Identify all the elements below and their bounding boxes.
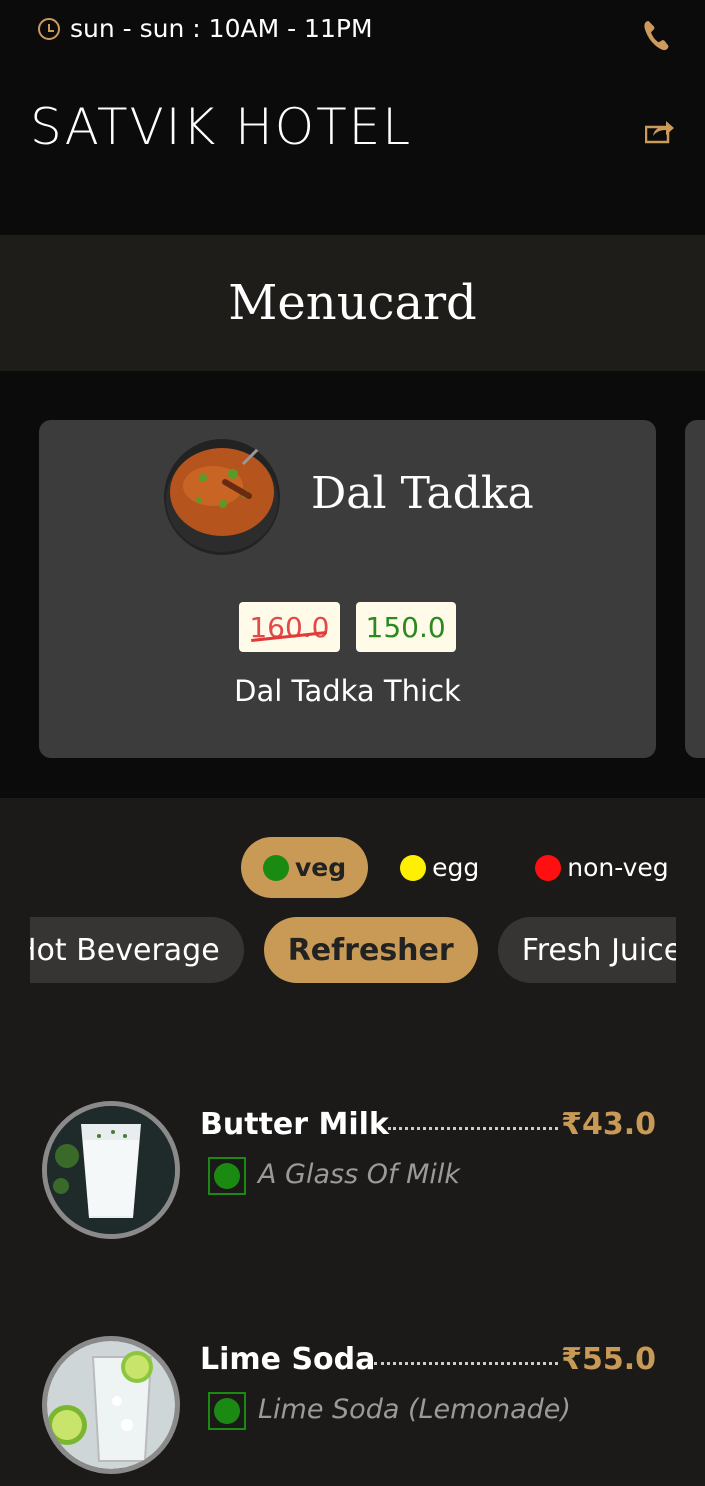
category-track: Hot Beverage Refresher Fresh Juices	[30, 917, 676, 983]
opening-hours: sun - sun : 10AM - 11PM	[38, 14, 373, 43]
dotted-leader	[388, 1127, 558, 1130]
old-price: 160.0	[249, 610, 330, 644]
new-price: 150.0	[365, 610, 446, 644]
egg-dot-icon	[400, 854, 427, 881]
veg-icon	[208, 1392, 246, 1430]
featured-carousel[interactable]: Dal Tadka 160.0 150.0 Dal Tadka Thick	[0, 371, 705, 798]
menu-item[interactable]: Butter Milk ₹43.0 A Glass Of Milk	[42, 1101, 662, 1241]
next-featured-card[interactable]	[685, 420, 705, 758]
category-tabs[interactable]: Hot Beverage Refresher Fresh Juices	[30, 917, 676, 985]
veg-dot-icon	[263, 854, 289, 881]
header: sun - sun : 10AM - 11PM SATVIK HOTEL	[0, 0, 705, 235]
new-price-box: 150.0	[355, 602, 456, 652]
menucard-banner: Menucard	[0, 235, 705, 371]
item-price: ₹55.0	[561, 1342, 656, 1377]
hours-text: sun - sun : 10AM - 11PM	[70, 14, 373, 43]
menucard-title: Menucard	[228, 275, 477, 331]
dotted-leader	[374, 1362, 558, 1365]
hotel-title: SATVIK HOTEL	[30, 98, 413, 156]
phone-icon[interactable]	[641, 18, 671, 54]
clock-icon	[38, 17, 60, 40]
item-description: Lime Soda (Lemonade)	[258, 1394, 571, 1425]
item-price: ₹43.0	[561, 1107, 656, 1142]
lime-soda-image	[42, 1336, 180, 1474]
non-veg-dot-icon	[535, 854, 562, 881]
tab-hot-beverage[interactable]: Hot Beverage	[30, 917, 244, 983]
tab-fresh-juices[interactable]: Fresh Juices	[497, 917, 676, 983]
veg-icon	[208, 1157, 246, 1195]
item-name: Lime Soda	[200, 1342, 376, 1377]
item-name: Butter Milk	[200, 1107, 389, 1142]
filter-egg-label: egg	[432, 853, 480, 882]
filter-veg[interactable]: veg	[241, 837, 369, 898]
dal-tadka-image	[163, 438, 281, 556]
featured-price-row: 160.0 150.0	[39, 602, 656, 652]
featured-card[interactable]: Dal Tadka 160.0 150.0 Dal Tadka Thick	[39, 420, 656, 758]
filter-egg[interactable]: egg	[378, 837, 501, 898]
filter-non-veg[interactable]: non-veg	[513, 837, 690, 898]
old-price-box: 160.0	[239, 602, 340, 652]
diet-filters: veg egg non-veg	[241, 837, 691, 898]
item-description: A Glass Of Milk	[258, 1159, 461, 1190]
share-icon[interactable]	[645, 118, 675, 144]
filter-non-veg-label: non-veg	[567, 853, 669, 882]
tab-refresher[interactable]: Refresher	[263, 917, 478, 983]
filter-veg-label: veg	[295, 853, 347, 882]
menu-section: veg egg non-veg Hot Beverage Refresher F…	[0, 798, 705, 1486]
butter-milk-image	[42, 1101, 180, 1239]
menu-item[interactable]: Lime Soda ₹55.0 Lime Soda (Lemonade)	[42, 1336, 662, 1476]
featured-item-description: Dal Tadka Thick	[234, 674, 461, 708]
featured-item-name: Dal Tadka	[311, 468, 534, 519]
